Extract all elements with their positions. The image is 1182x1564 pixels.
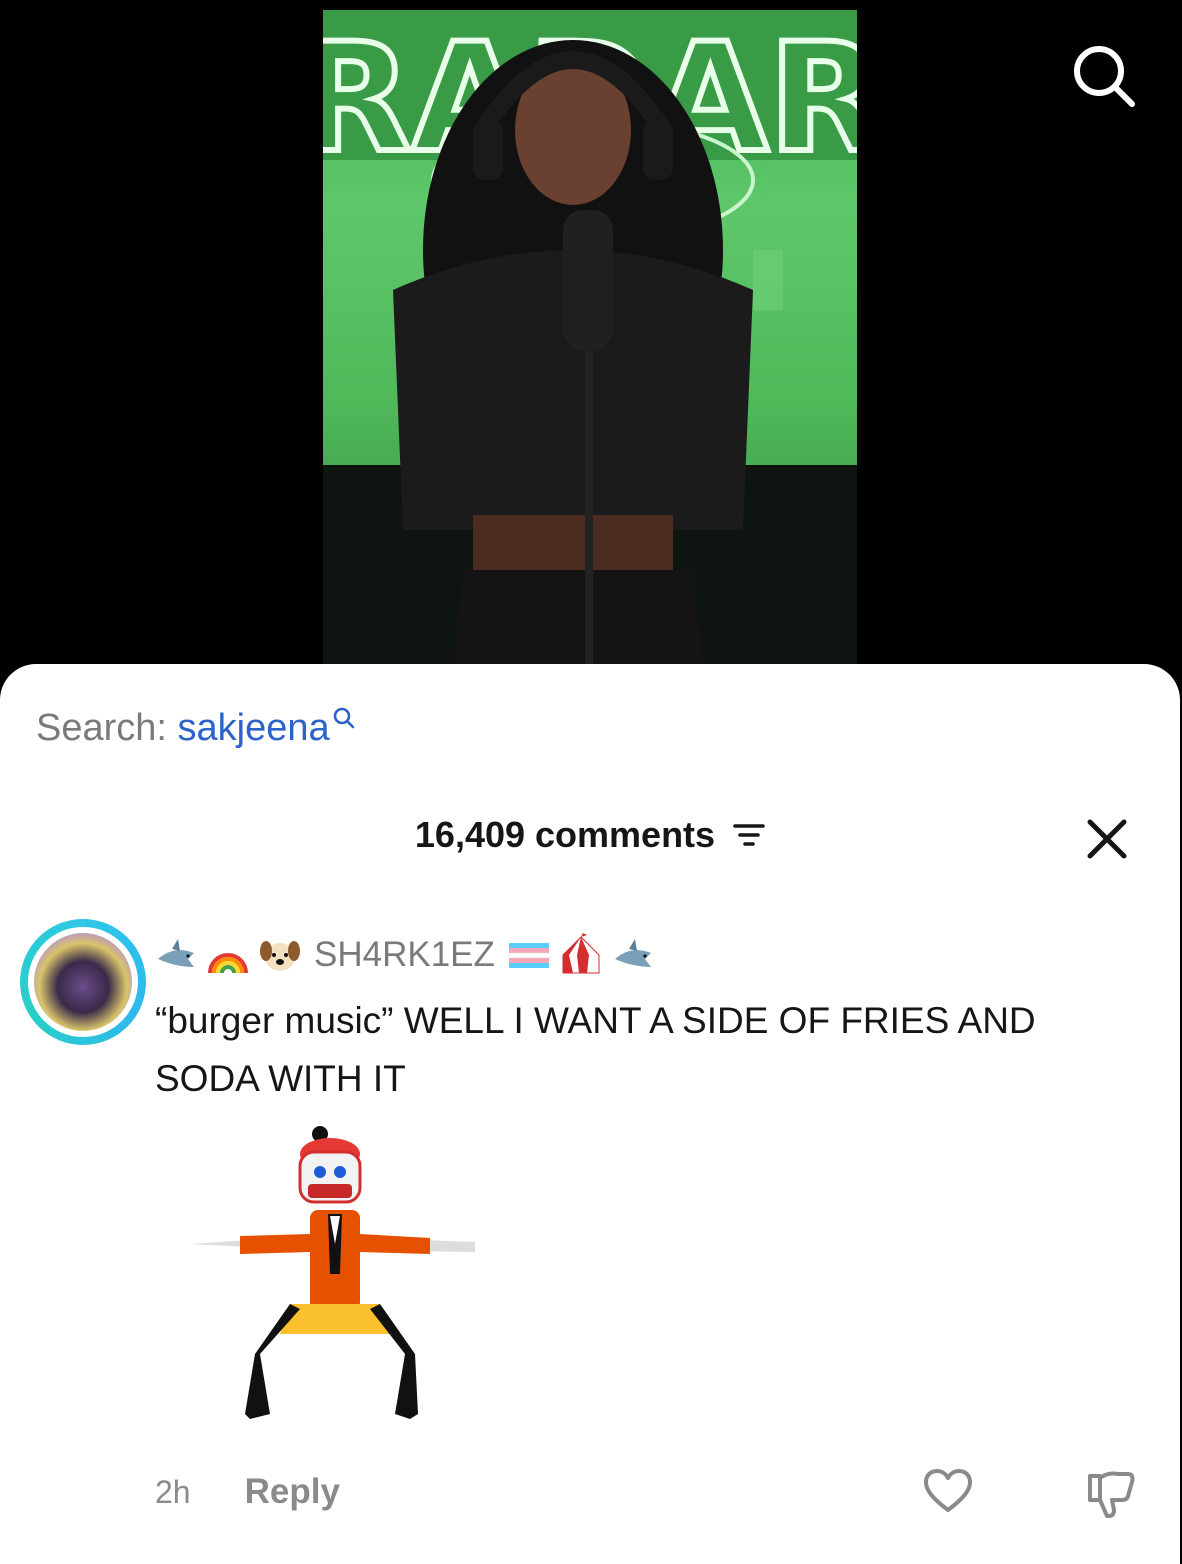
avatar-image [34,933,132,1031]
shark-emoji-icon [611,933,655,977]
search-suggestion[interactable]: Search: sakjeena [36,706,356,750]
comments-count: 16,409 comments [414,814,716,855]
comment-meta: 2h Reply [155,1472,340,1512]
thumbs-down-icon[interactable] [1082,1466,1138,1522]
filter-icon[interactable] [733,816,765,858]
video-still: RADAR [323,10,857,666]
dog-face-emoji-icon [258,933,302,977]
shark-emoji-icon [154,933,198,977]
search-prefix: Search: [36,707,167,749]
comments-count-header: 16,409 comments [0,814,1180,858]
avatar[interactable] [20,919,146,1045]
video-frame[interactable]: RADAR [323,10,857,666]
reply-button[interactable]: Reply [245,1472,340,1512]
comment-username[interactable]: SH4RK1EZ [314,935,495,975]
circus-tent-emoji-icon [559,933,603,977]
search-term-icon [333,707,354,729]
close-icon[interactable] [1082,814,1132,864]
search-term[interactable]: sakjeena [178,707,330,749]
video-player[interactable]: RADAR [0,0,1182,700]
comment-sticker-image [190,1124,480,1424]
comment-text: “burger music” WELL I WANT A SIDE OF FRI… [155,1000,1036,1099]
heart-icon[interactable] [922,1466,974,1518]
transgender-flag-emoji-icon [507,933,551,977]
search-icon[interactable] [1068,40,1138,110]
comments-sheet: Search: sakjeena 16,409 comments SH4RK1E… [0,664,1180,1564]
comment-time: 2h [155,1473,191,1510]
rainbow-emoji-icon [206,933,250,977]
comment-author-row[interactable]: SH4RK1EZ [154,932,663,978]
